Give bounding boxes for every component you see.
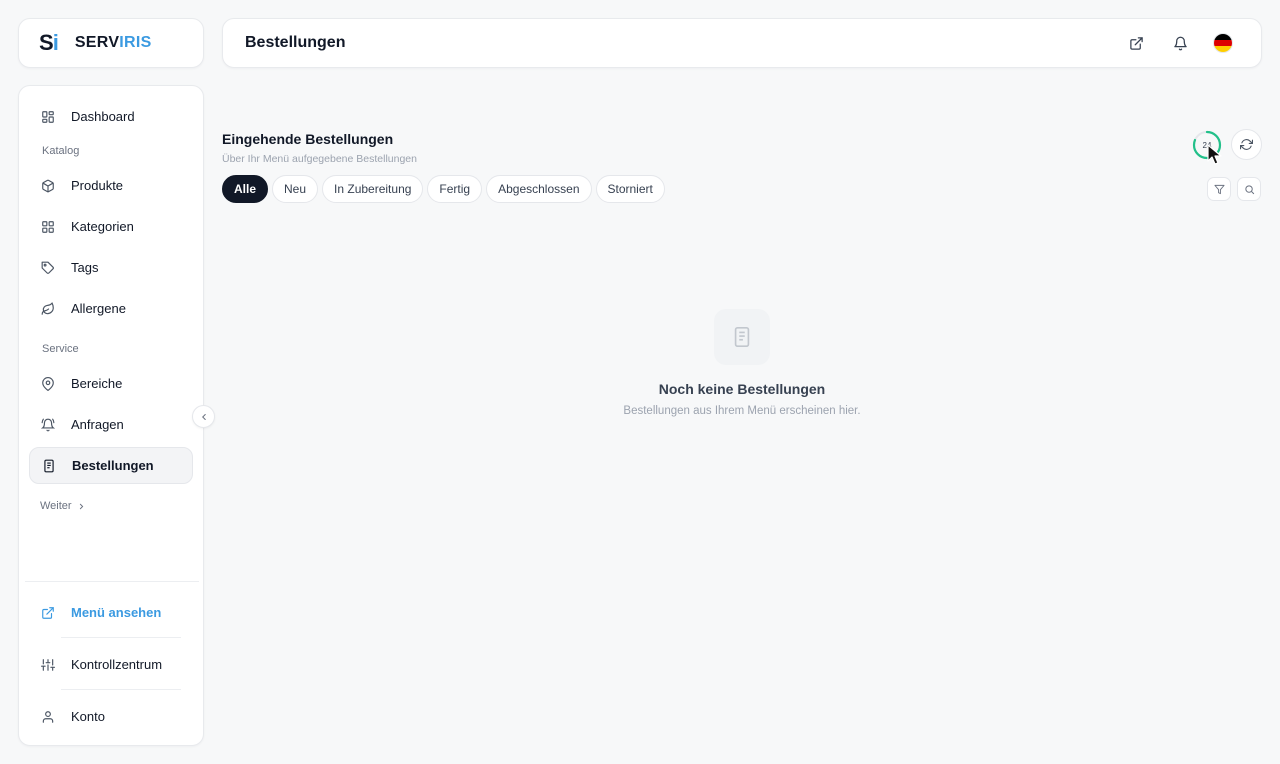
sidebar-item-label: Konto [71, 709, 105, 724]
brand-logo[interactable]: Si SERVIRIS [18, 18, 204, 68]
sidebar-item-label: Dashboard [71, 109, 135, 124]
sidebar-divider [61, 689, 181, 690]
sidebar-item-tags[interactable]: Tags [29, 249, 193, 286]
filter-button[interactable] [1207, 177, 1231, 201]
top-header: Bestellungen [222, 18, 1262, 68]
empty-state-receipt-icon [714, 309, 770, 365]
sidebar-divider [25, 581, 199, 582]
external-link-icon[interactable] [1125, 32, 1147, 54]
sidebar-item-produkte[interactable]: Produkte [29, 167, 193, 204]
section-heading: Eingehende Bestellungen [222, 131, 394, 147]
bell-icon[interactable] [1169, 32, 1191, 54]
sidebar-item-kategorien[interactable]: Kategorien [29, 208, 193, 245]
empty-state-title: Noch keine Bestellungen [658, 381, 826, 397]
empty-state-subtitle: Bestellungen aus Ihrem Menü erscheinen h… [623, 405, 861, 417]
tab-alle[interactable]: Alle [222, 175, 269, 203]
refresh-icon [1240, 138, 1253, 151]
external-link-icon [41, 606, 55, 620]
grid-icon [41, 220, 55, 234]
more-label: Weiter [40, 500, 72, 512]
sidebar-item-label: Kontrollzentrum [71, 657, 163, 672]
order-status-tabs: Alle Neu In Zubereitung Fertig Abgeschlo… [222, 175, 665, 203]
receipt-icon [42, 459, 56, 473]
sidebar-item-label: Allergene [71, 301, 126, 316]
tab-in-zubereitung[interactable]: In Zubereitung [322, 175, 424, 203]
sidebar-item-label: Bestellungen [72, 458, 154, 473]
sidebar-item-menu-ansehen[interactable]: Menü ansehen [29, 594, 193, 631]
sidebar-item-bestellungen[interactable]: Bestellungen [29, 447, 193, 484]
search-icon [1244, 184, 1255, 195]
sidebar-item-dashboard[interactable]: Dashboard [29, 98, 193, 135]
section-subheading: Über Ihr Menü aufgegebene Bestellungen [222, 153, 417, 165]
sidebar-item-label: Kategorien [71, 219, 134, 234]
page-title: Bestellungen [245, 34, 346, 51]
tab-neu[interactable]: Neu [272, 175, 319, 203]
filter-icon [1213, 184, 1225, 195]
logo-mark-i: i [52, 30, 59, 55]
sidebar-item-label: Produkte [71, 178, 124, 193]
chevron-right-icon [77, 502, 86, 511]
dashboard-icon [41, 110, 55, 124]
section-label-service: Service [42, 343, 79, 355]
tab-storniert[interactable]: Storniert [595, 175, 665, 203]
german-flag-icon[interactable] [1213, 33, 1233, 53]
logo-mark-s: S [39, 30, 54, 55]
section-label-katalog: Katalog [42, 145, 80, 157]
sidebar-more-link[interactable]: Weiter [40, 500, 86, 512]
sidebar-divider [61, 637, 181, 638]
user-icon [41, 710, 55, 724]
box-icon [41, 179, 55, 193]
sidebar-item-label: Tags [71, 260, 99, 275]
tag-icon [41, 261, 55, 275]
sidebar-item-label: Bereiche [71, 376, 123, 391]
leaf-icon [41, 301, 55, 316]
logo-text: SERVIRIS [75, 34, 152, 52]
sidebar-item-label: Menü ansehen [71, 605, 162, 620]
logo-text-part-a: SERV [74, 34, 120, 51]
sidebar-item-kontrollzentrum[interactable]: Kontrollzentrum [29, 646, 193, 683]
sidebar: Dashboard Katalog Produkte Kategorien Ta… [18, 85, 204, 746]
sidebar-collapse-button[interactable] [192, 405, 215, 428]
sliders-icon [41, 658, 55, 672]
logo-text-part-b: IRIS [119, 34, 152, 51]
tab-fertig[interactable]: Fertig [427, 175, 483, 203]
sidebar-item-allergene[interactable]: Allergene [29, 290, 193, 327]
sidebar-item-label: Anfragen [71, 417, 124, 432]
logo-mark: Si [39, 30, 59, 56]
bell-icon [41, 418, 55, 432]
search-button[interactable] [1237, 177, 1261, 201]
sidebar-item-bereiche[interactable]: Bereiche [29, 365, 193, 402]
sidebar-item-anfragen[interactable]: Anfragen [29, 406, 193, 443]
location-pin-icon [41, 376, 55, 391]
chevron-left-icon [199, 412, 209, 422]
tab-abgeschlossen[interactable]: Abgeschlossen [486, 175, 592, 203]
sidebar-item-konto[interactable]: Konto [29, 698, 193, 735]
mouse-cursor-icon [1207, 144, 1223, 171]
refresh-button[interactable] [1231, 129, 1262, 160]
